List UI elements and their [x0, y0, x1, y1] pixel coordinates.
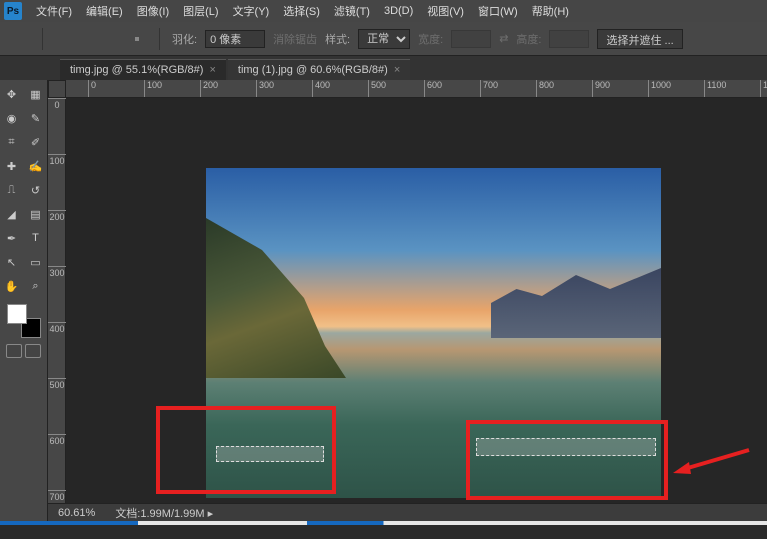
antialias-label: 消除锯齿 [273, 31, 317, 47]
move-tool-icon[interactable]: ✥ [1, 83, 23, 105]
stamp-tool-icon[interactable]: ⎍ [1, 179, 23, 201]
doc-size-value: 1.99M/1.99M [140, 508, 204, 520]
marquee-tool-icon[interactable] [10, 29, 30, 49]
menu-edit[interactable]: 编辑(E) [80, 1, 129, 21]
path-tool-icon[interactable]: ↖ [1, 251, 23, 273]
ruler-horizontal[interactable]: 0100200300400500600700800900100011001200 [66, 80, 767, 98]
menu-type[interactable]: 文字(Y) [227, 1, 276, 21]
menu-select[interactable]: 选择(S) [277, 1, 326, 21]
eyedropper-tool-icon[interactable]: ✐ [25, 131, 47, 153]
subtract-selection-icon[interactable] [103, 29, 123, 49]
fg-color-swatch[interactable] [7, 304, 27, 324]
standard-mode-icon[interactable] [6, 344, 22, 358]
os-taskbar[interactable] [0, 521, 767, 525]
menu-view[interactable]: 视图(V) [421, 1, 470, 21]
shape-tool-icon[interactable]: ▭ [25, 251, 47, 273]
menu-window[interactable]: 窗口(W) [472, 1, 524, 21]
close-icon[interactable]: × [394, 64, 400, 76]
menu-file[interactable]: 文件(F) [30, 1, 78, 21]
ruler-vertical[interactable]: 0100200300400500600700 [48, 98, 66, 503]
menu-bar: Ps 文件(F) 编辑(E) 图像(I) 图层(L) 文字(Y) 选择(S) 滤… [0, 0, 767, 22]
style-select[interactable]: 正常 [358, 29, 410, 49]
annotation-arrow-icon [671, 448, 751, 478]
annotation-box-2 [466, 420, 668, 500]
height-label: 高度: [516, 31, 541, 47]
toolbox: ✥▦ ◉✎ ⌗✐ ✚✍ ⎍↺ ◢▤ ✒T ↖▭ ✋⌕ [0, 80, 48, 521]
new-selection-icon[interactable] [55, 29, 75, 49]
zoom-tool-icon[interactable]: ⌕ [25, 275, 47, 297]
tab-label: timg (1).jpg @ 60.6%(RGB/8#) [238, 64, 388, 76]
gradient-tool-icon[interactable]: ▤ [25, 203, 47, 225]
intersect-selection-icon[interactable] [127, 29, 147, 49]
menu-3d[interactable]: 3D(D) [378, 3, 419, 19]
lasso-tool-icon[interactable]: ◉ [1, 107, 23, 129]
tab-doc-2[interactable]: timg (1).jpg @ 60.6%(RGB/8#) × [228, 59, 410, 80]
tab-label: timg.jpg @ 55.1%(RGB/8#) [70, 64, 203, 76]
crop-tool-icon[interactable]: ⌗ [1, 131, 23, 153]
ruler-corner [48, 80, 66, 98]
canvas-viewport[interactable] [66, 98, 767, 503]
tab-doc-1[interactable]: timg.jpg @ 55.1%(RGB/8#) × [60, 59, 226, 80]
history-brush-icon[interactable]: ↺ [25, 179, 47, 201]
refine-edge-button[interactable]: 选择并遮住 ... [597, 29, 682, 49]
feather-label: 羽化: [172, 31, 197, 47]
document-tabs: timg.jpg @ 55.1%(RGB/8#) × timg (1).jpg @… [0, 56, 767, 80]
hand-tool-icon[interactable]: ✋ [1, 275, 23, 297]
text-tool-icon[interactable]: T [25, 227, 47, 249]
style-label: 样式: [325, 31, 350, 47]
menu-image[interactable]: 图像(I) [131, 1, 175, 21]
close-icon[interactable]: × [209, 64, 215, 76]
width-label: 宽度: [418, 31, 443, 47]
swap-icon[interactable]: ⇄ [499, 32, 508, 45]
marquee-tool-icon[interactable]: ▦ [25, 83, 47, 105]
healing-tool-icon[interactable]: ✚ [1, 155, 23, 177]
brush-tool-icon[interactable]: ✍ [25, 155, 47, 177]
annotation-box-1 [156, 406, 336, 494]
selection-mode-group [55, 29, 147, 49]
doc-size-label: 文档: [115, 508, 140, 520]
menu-filter[interactable]: 滤镜(T) [328, 1, 376, 21]
pen-tool-icon[interactable]: ✒ [1, 227, 23, 249]
eraser-tool-icon[interactable]: ◢ [1, 203, 23, 225]
feather-input[interactable] [205, 30, 265, 48]
wand-tool-icon[interactable]: ✎ [25, 107, 47, 129]
menu-help[interactable]: 帮助(H) [526, 1, 575, 21]
zoom-level[interactable]: 60.61% [58, 507, 95, 519]
color-swatches[interactable] [7, 304, 41, 338]
height-input[interactable] [549, 30, 589, 48]
options-bar: 羽化: 消除锯齿 样式: 正常 宽度: ⇄ 高度: 选择并遮住 ... [0, 22, 767, 56]
add-selection-icon[interactable] [79, 29, 99, 49]
app-logo-icon: Ps [4, 2, 22, 20]
quickmask-mode-icon[interactable] [25, 344, 41, 358]
menu-layer[interactable]: 图层(L) [177, 1, 224, 21]
width-input[interactable] [451, 30, 491, 48]
status-bar: 60.61% 文档:1.99M/1.99M ▸ [48, 503, 767, 521]
